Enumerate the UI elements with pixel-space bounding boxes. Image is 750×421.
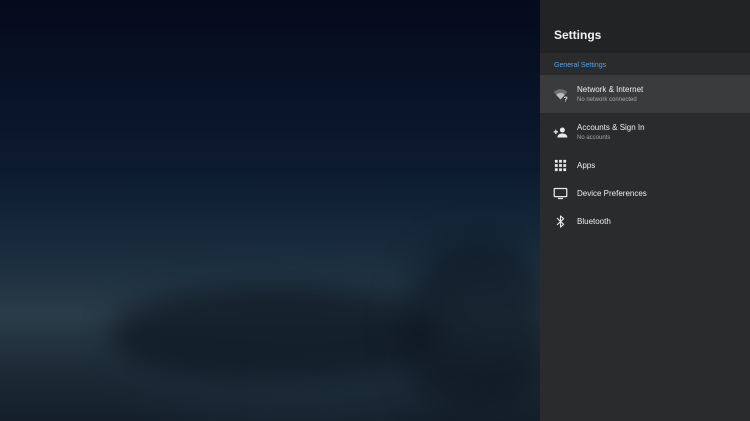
wifi-question-icon: ?	[553, 87, 568, 102]
bluetooth-icon	[553, 214, 568, 229]
settings-menu: ? Network & Internet No network connecte…	[540, 75, 750, 235]
menu-item-label: Bluetooth	[577, 217, 611, 226]
menu-item-label: Device Preferences	[577, 189, 647, 198]
menu-item-sublabel: No accounts	[577, 135, 611, 141]
wallpaper-rock-shape	[400, 235, 550, 405]
settings-panel: Settings General Settings ? Network & In…	[540, 0, 750, 421]
settings-header: Settings	[540, 0, 750, 53]
settings-title: Settings	[554, 28, 602, 42]
menu-item-label: Accounts & Sign In	[577, 123, 645, 132]
menu-item-bluetooth[interactable]: Bluetooth	[540, 207, 750, 235]
tv-screen: Settings General Settings ? Network & In…	[0, 0, 750, 421]
tv-icon	[553, 186, 568, 201]
blurred-wallpaper	[0, 0, 550, 421]
menu-item-network-internet[interactable]: ? Network & Internet No network connecte…	[540, 75, 750, 113]
menu-item-sublabel: No network connected	[577, 97, 637, 103]
menu-item-accounts-sign-in[interactable]: Accounts & Sign In No accounts	[540, 113, 750, 151]
general-settings-label: General Settings	[554, 62, 607, 69]
menu-item-label: Network & Internet	[577, 85, 644, 94]
menu-item-apps[interactable]: Apps	[540, 151, 750, 179]
menu-item-device-preferences[interactable]: Device Preferences	[540, 179, 750, 207]
add-person-icon	[553, 125, 568, 140]
apps-grid-icon	[553, 158, 568, 173]
svg-text:?: ?	[564, 96, 568, 102]
menu-item-label: Apps	[577, 161, 596, 170]
wallpaper-island-shape	[110, 285, 440, 380]
